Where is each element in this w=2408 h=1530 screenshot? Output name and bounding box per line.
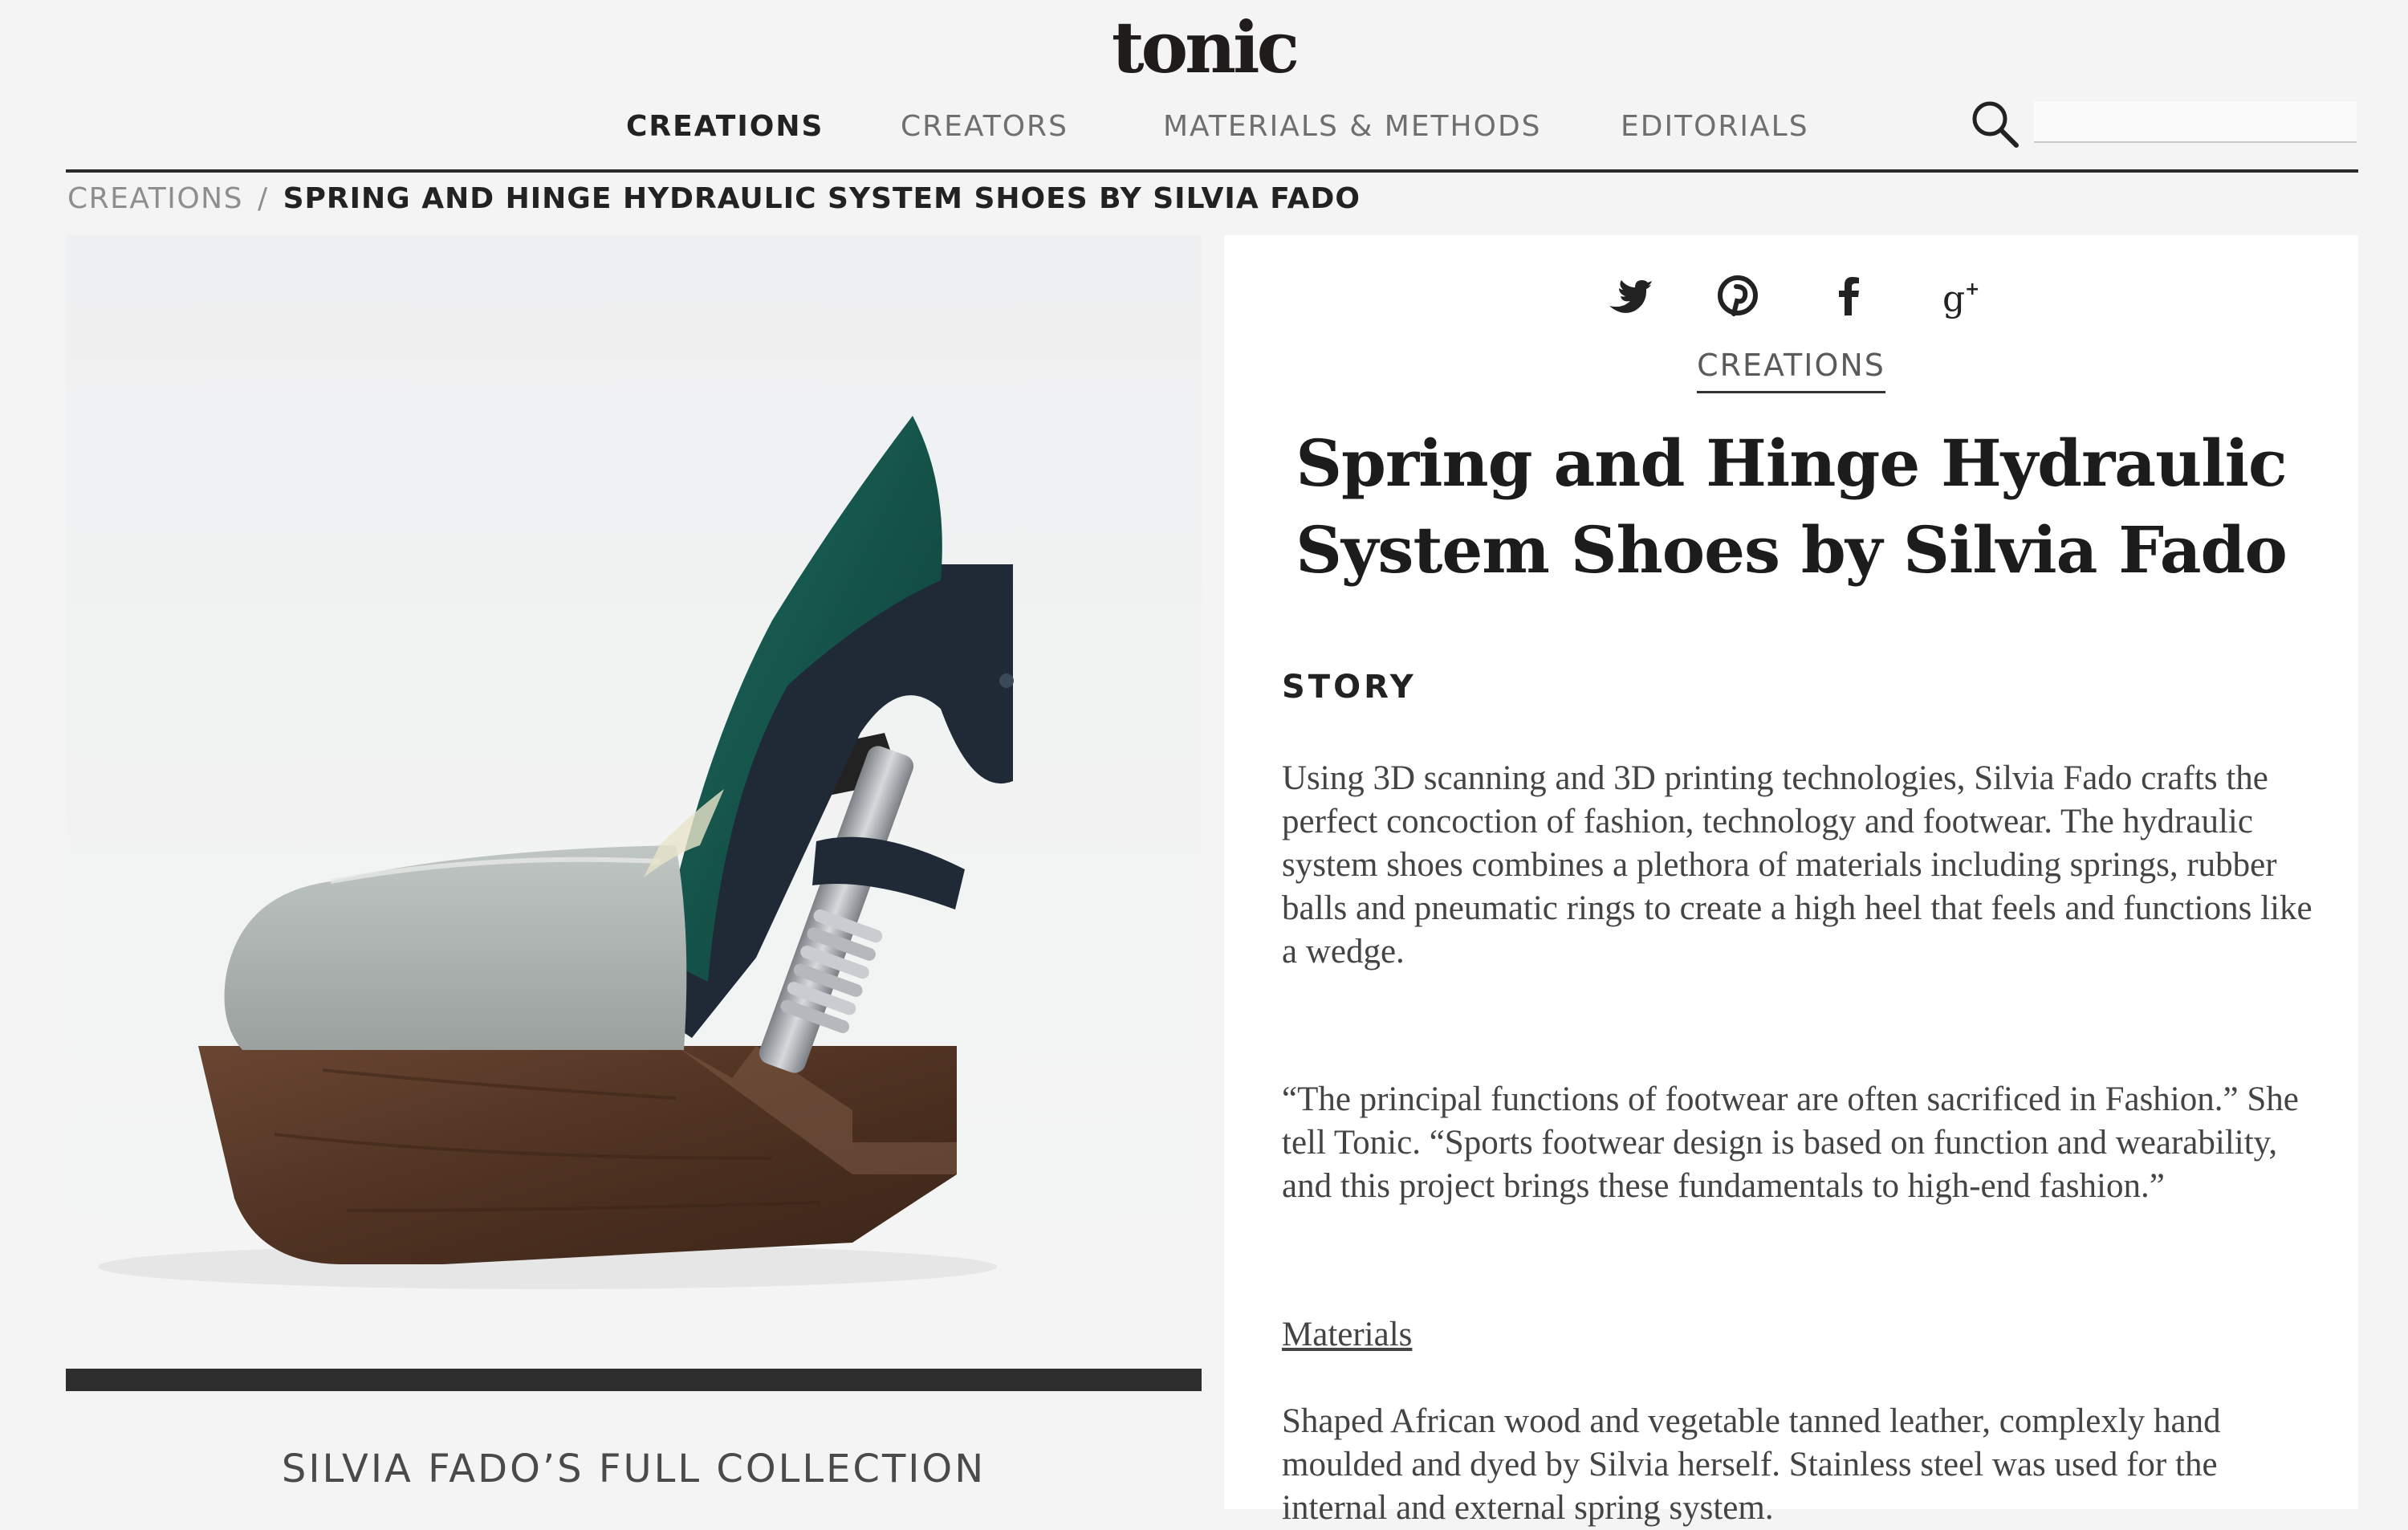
nav-item-creations[interactable]: CREATIONS: [626, 103, 824, 151]
nav-item-materials-methods[interactable]: MATERIALS & METHODS: [1163, 103, 1542, 151]
category-tag: CREATIONS: [1224, 348, 2358, 393]
nav-item-creators[interactable]: CREATORS: [901, 103, 1068, 151]
breadcrumb-current: SPRING AND HINGE HYDRAULIC SYSTEM SHOES …: [283, 182, 1361, 215]
materials-paragraph: Shaped African wood and vegetable tanned…: [1282, 1402, 2221, 1527]
breadcrumb: CREATIONS / SPRING AND HINGE HYDRAULIC SYS…: [67, 180, 1361, 218]
google-plus-icon[interactable]: g +: [1933, 267, 1989, 323]
category-link[interactable]: CREATIONS: [1697, 348, 1885, 393]
story-paragraph-2: “The principal functions of footwear are…: [1282, 1080, 2299, 1205]
facebook-icon[interactable]: [1821, 267, 1877, 323]
breadcrumb-link-creations[interactable]: CREATIONS: [67, 182, 243, 215]
search-input[interactable]: [2034, 101, 2357, 143]
story-paragraph-1: Using 3D scanning and 3D printing techno…: [1282, 759, 2312, 970]
nav-item-editorials[interactable]: EDITORIALS: [1621, 103, 1809, 151]
svg-text:g: g: [1942, 279, 1965, 319]
full-collection-link[interactable]: SILVIA FADO’S FULL COLLECTION: [66, 1441, 1202, 1497]
gallery-progress-bar: [66, 1369, 1202, 1391]
materials-link[interactable]: Materials: [1282, 1313, 2325, 1357]
pinterest-icon[interactable]: [1710, 267, 1766, 323]
site-logo[interactable]: tonic: [0, 0, 2408, 89]
breadcrumb-separator: /: [257, 182, 269, 215]
twitter-icon[interactable]: [1598, 267, 1654, 323]
story-heading: STORY: [1282, 669, 1417, 706]
header-divider: [66, 169, 2358, 173]
search-icon[interactable]: [1968, 97, 2021, 150]
article-panel: g + CREATIONS Spring and Hinge Hydraulic …: [1224, 235, 2358, 1527]
product-photo[interactable]: [66, 235, 1202, 1369]
article-title: Spring and Hinge Hydraulic System Shoes …: [1296, 425, 2288, 588]
svg-text:+: +: [1965, 279, 1979, 299]
